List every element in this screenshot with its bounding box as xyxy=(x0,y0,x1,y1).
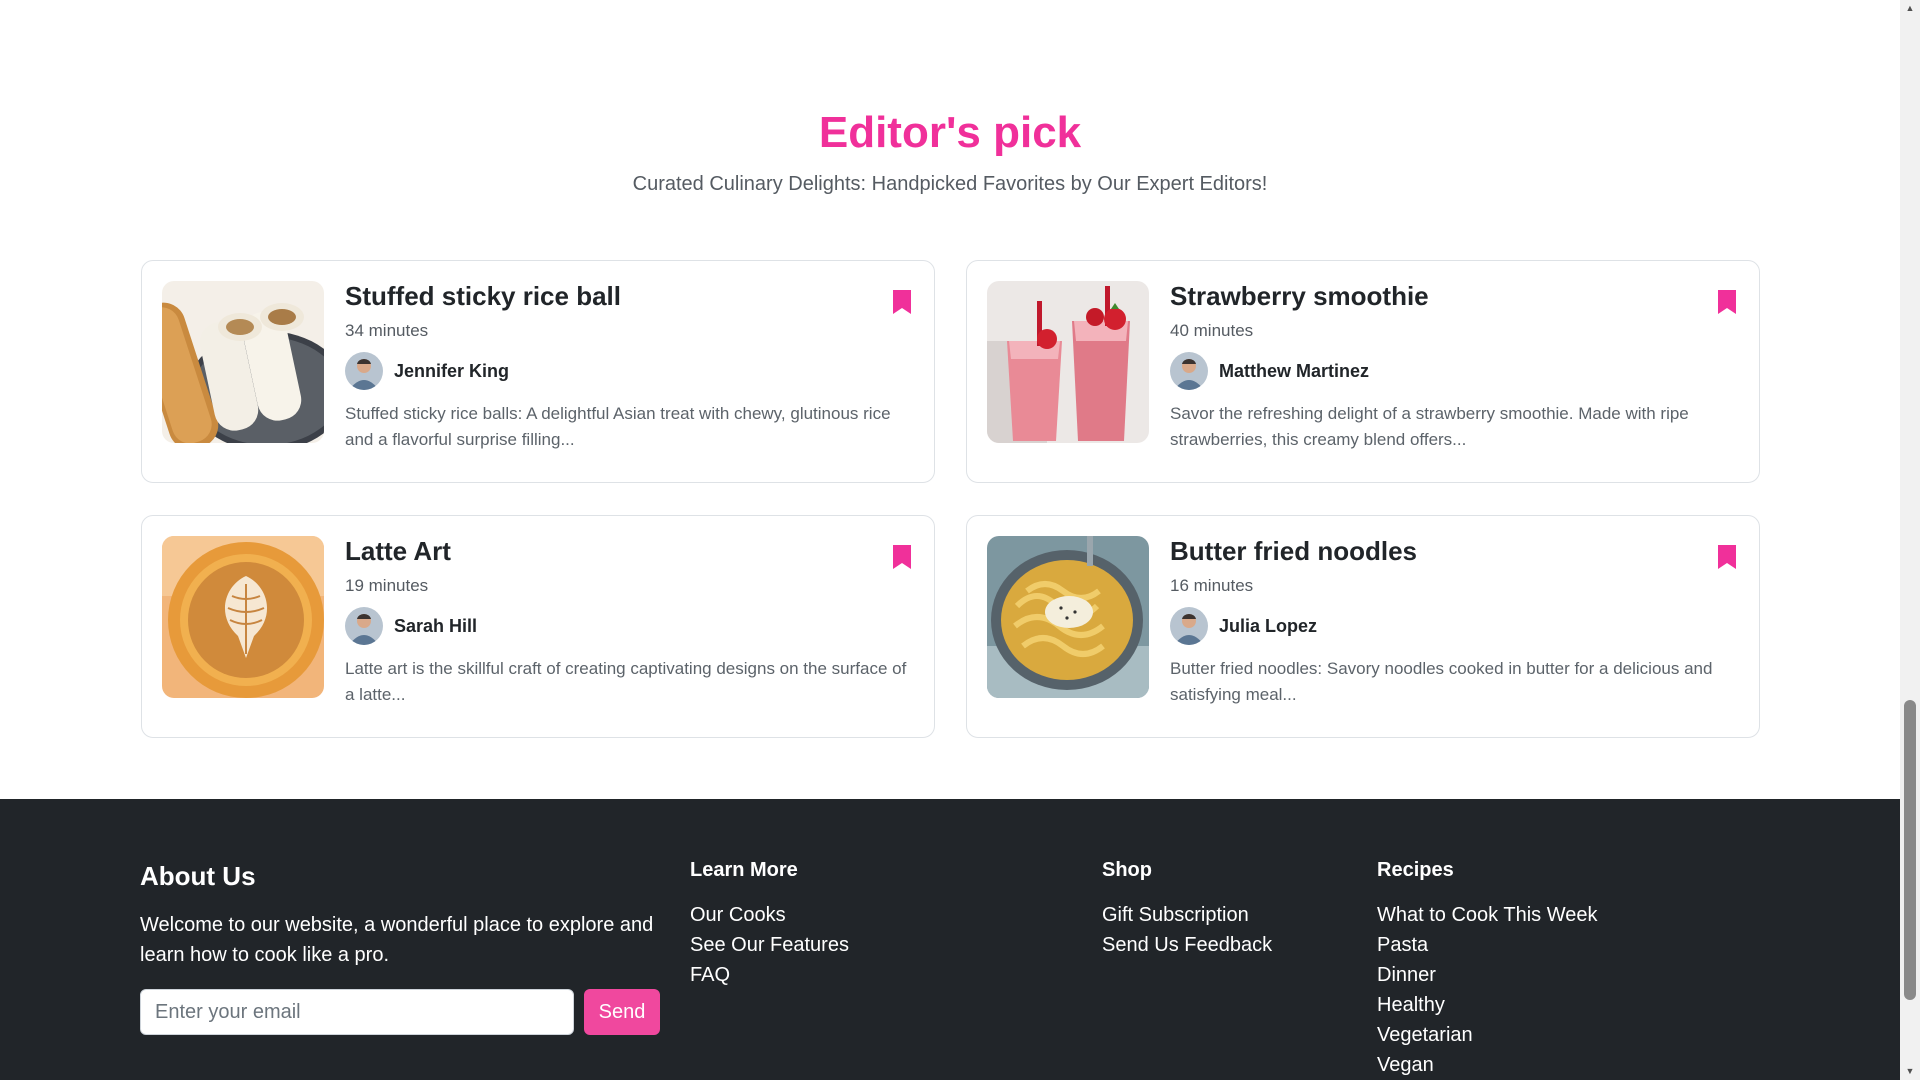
strawberry-smoothie-photo[interactable] xyxy=(987,281,1149,443)
card-title[interactable]: Stuffed sticky rice ball xyxy=(345,281,621,312)
avatar xyxy=(345,352,383,390)
recipe-card[interactable]: Butter fried noodles 16 minutes Julia Lo… xyxy=(966,515,1760,738)
latte-art-photo[interactable] xyxy=(162,536,324,698)
footer-link-dinner[interactable]: Dinner xyxy=(1377,964,1436,986)
footer-link-vegan[interactable]: Vegan xyxy=(1377,1054,1434,1076)
learn-more-column: Learn More Our Cooks See Our Features FA… xyxy=(690,859,849,990)
card-description: Savor the refreshing delight of a strawb… xyxy=(1170,404,1689,449)
shop-title: Shop xyxy=(1102,859,1152,881)
cook-time: 19 minutes xyxy=(345,576,429,595)
cook-time: 40 minutes xyxy=(1170,321,1254,340)
author: Jennifer King xyxy=(345,352,509,390)
bookmark-icon[interactable] xyxy=(892,544,912,570)
scroll-down-arrow-icon[interactable]: ▼ xyxy=(1900,1063,1920,1080)
recipes-column: Recipes What to Cook This Week Pasta Din… xyxy=(1377,859,1597,1080)
send-button[interactable]: Send xyxy=(584,989,660,1035)
recipes-title: Recipes xyxy=(1377,859,1454,881)
recipe-card[interactable]: Stuffed sticky rice ball 34 minutes Jenn… xyxy=(141,260,935,483)
author: Julia Lopez xyxy=(1170,607,1317,645)
footer-link-faq[interactable]: FAQ xyxy=(690,964,730,986)
bookmark-icon[interactable] xyxy=(892,289,912,315)
bookmark-icon[interactable] xyxy=(1717,544,1737,570)
author: Sarah Hill xyxy=(345,607,477,645)
footer-link-our-cooks[interactable]: Our Cooks xyxy=(690,904,786,926)
footer-link-healthy[interactable]: Healthy xyxy=(1377,994,1445,1016)
rice-ball-photo[interactable] xyxy=(162,281,324,443)
card-title[interactable]: Strawberry smoothie xyxy=(1170,281,1429,312)
vertical-scrollbar[interactable]: ▲ ▼ xyxy=(1900,0,1920,1080)
avatar xyxy=(345,607,383,645)
card-title[interactable]: Latte Art xyxy=(345,536,451,567)
author-name: Jennifer King xyxy=(394,360,510,381)
author-name: Matthew Martinez xyxy=(1219,360,1370,381)
section-title: Editor's pick xyxy=(818,108,1082,157)
shop-column: Shop Gift Subscription Send Us Feedback xyxy=(1102,859,1272,960)
cook-time: 34 minutes xyxy=(345,321,429,340)
card-description: Latte art is the skillful craft of creat… xyxy=(345,659,907,704)
footer-link-vegetarian[interactable]: Vegetarian xyxy=(1377,1024,1473,1046)
card-title[interactable]: Butter fried noodles xyxy=(1170,536,1417,567)
author-name: Sarah Hill xyxy=(394,615,478,636)
footer-link-send-us-feedback[interactable]: Send Us Feedback xyxy=(1102,934,1272,956)
scroll-thumb[interactable] xyxy=(1904,700,1916,1000)
scroll-up-arrow-icon[interactable]: ▲ xyxy=(1900,0,1920,17)
avatar xyxy=(1170,352,1208,390)
viewport: Editor's pick Curated Culinary Delights:… xyxy=(0,0,1900,1080)
card-description: Butter fried noodles: Savory noodles coo… xyxy=(1170,659,1713,704)
footer-link-what-to-cook[interactable]: What to Cook This Week xyxy=(1377,904,1597,926)
bookmark-icon[interactable] xyxy=(1717,289,1737,315)
recipe-card[interactable]: Strawberry smoothie 40 minutes Matthew M… xyxy=(966,260,1760,483)
card-description: Stuffed sticky rice balls: A delightful … xyxy=(345,404,891,449)
footer-link-pasta[interactable]: Pasta xyxy=(1377,934,1428,956)
butter-noodles-photo[interactable] xyxy=(987,536,1149,698)
avatar xyxy=(1170,607,1208,645)
author: Matthew Martinez xyxy=(1170,352,1369,390)
author-name: Julia Lopez xyxy=(1219,615,1318,636)
page: Editor's pick Curated Culinary Delights:… xyxy=(0,0,1920,1080)
email-input[interactable] xyxy=(140,989,574,1035)
cook-time: 16 minutes xyxy=(1170,576,1254,595)
footer: About Us Welcome to our website, a wonde… xyxy=(0,799,1900,1080)
footer-link-see-our-features[interactable]: See Our Features xyxy=(690,934,849,956)
about-us-text: Welcome to our website, a wonderful plac… xyxy=(140,914,654,966)
footer-link-gift-subscription[interactable]: Gift Subscription xyxy=(1102,904,1249,926)
section-subtitle: Curated Culinary Delights: Handpicked Fa… xyxy=(632,173,1268,195)
recipe-card[interactable]: Latte Art 19 minutes Sarah Hill Latte ar… xyxy=(141,515,935,738)
learn-more-title: Learn More xyxy=(690,859,798,881)
about-us-title: About Us xyxy=(140,861,256,891)
